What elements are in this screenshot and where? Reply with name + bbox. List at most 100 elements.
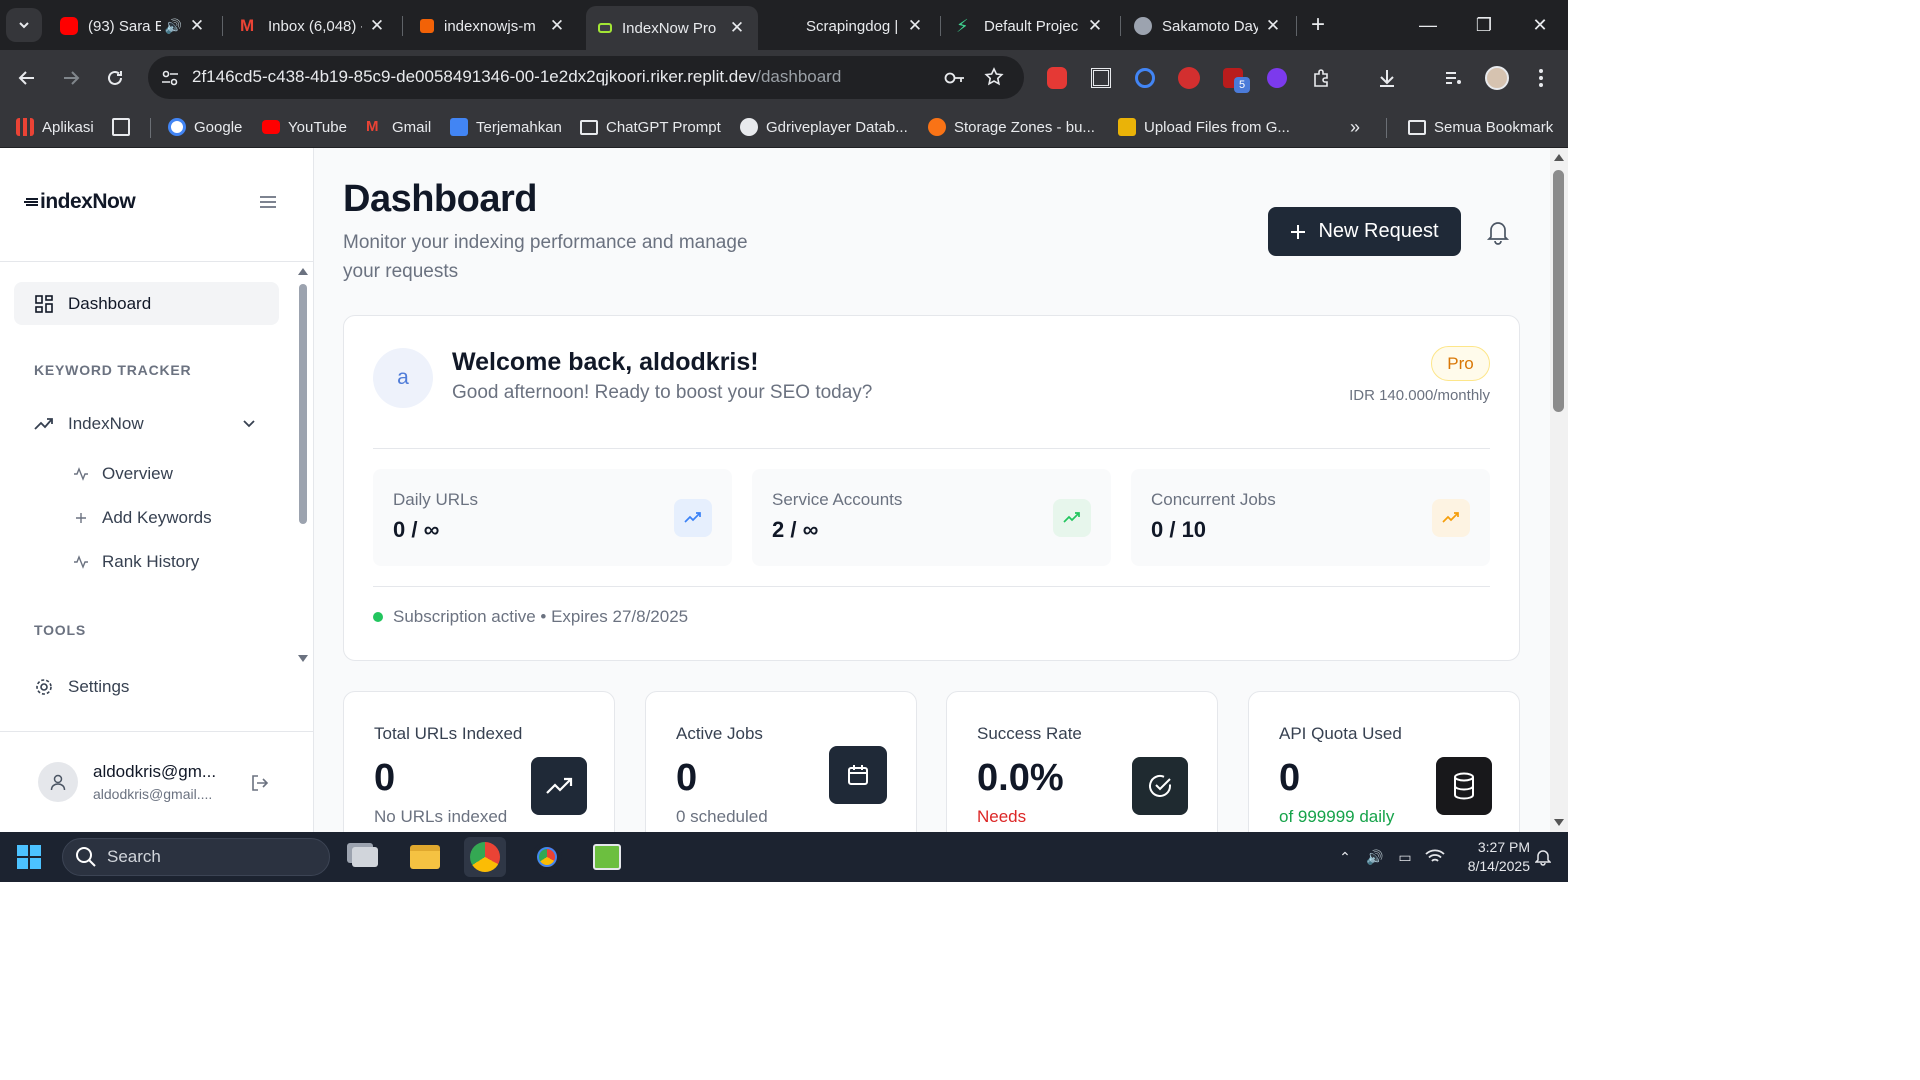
- address-bar[interactable]: 2f146cd5-c438-4b19-85c9-de0058491346-00-…: [148, 56, 1024, 99]
- sidebar-item-indexnow[interactable]: IndexNow: [34, 414, 264, 434]
- seo-extension-icon[interactable]: [1174, 63, 1204, 93]
- notification-bell-icon[interactable]: [1532, 846, 1554, 868]
- tab-youtube[interactable]: (93) Sara E 🔊 ✕: [48, 6, 218, 46]
- close-tab-icon[interactable]: ✕: [1086, 16, 1104, 36]
- close-tab-icon[interactable]: ✕: [368, 16, 386, 36]
- scroll-up-arrow-icon[interactable]: [297, 266, 309, 276]
- bookmark-chatgpt-folder[interactable]: ChatGPT Prompt: [580, 115, 721, 139]
- page-subtitle: Monitor your indexing performance and ma…: [343, 232, 748, 282]
- taskbar: Search ⌃ 🔊 ▭ 3:27 PM 8/14/2025: [0, 832, 1568, 882]
- puzzle-extensions-icon[interactable]: [1306, 63, 1336, 93]
- bookmark-youtube[interactable]: YouTube: [262, 115, 347, 139]
- logo-lines-icon: [24, 198, 38, 206]
- tab-gmail[interactable]: M Inbox (6,048) - ✕: [228, 6, 398, 46]
- wifi-icon[interactable]: [1424, 846, 1446, 868]
- stat-label: API Quota Used: [1279, 724, 1402, 743]
- user-avatar[interactable]: [38, 762, 78, 802]
- bookmark-all[interactable]: Semua Bookmark: [1408, 115, 1553, 139]
- shield-extension-icon[interactable]: 5: [1218, 63, 1250, 93]
- close-tab-icon[interactable]: ✕: [1264, 16, 1282, 36]
- bookmark-gdriveplayer[interactable]: Gdriveplayer Datab...: [740, 115, 908, 139]
- battery-icon[interactable]: ▭: [1394, 846, 1416, 868]
- restore-button[interactable]: ❐: [1456, 8, 1512, 42]
- sidebar-item-overview[interactable]: Overview: [72, 464, 173, 484]
- tab-search-button[interactable]: [6, 8, 42, 42]
- new-request-button[interactable]: New Request: [1268, 207, 1461, 256]
- sidebar-item-rank-history[interactable]: Rank History: [72, 552, 199, 572]
- back-button[interactable]: [10, 61, 44, 95]
- welcome-subtitle: Good afternoon! Ready to boost your SEO …: [452, 382, 873, 403]
- trending-up-icon: [674, 499, 712, 537]
- bookmark-separator: [150, 118, 151, 138]
- image-editor-icon[interactable]: [586, 837, 628, 877]
- supabase-favicon-icon: ⚡: [956, 16, 969, 36]
- close-tab-icon[interactable]: ✕: [548, 16, 566, 36]
- scroll-down-arrow-icon[interactable]: [1553, 818, 1565, 828]
- mini-stat-service-accounts: Service Accounts 2 / ∞: [752, 469, 1111, 566]
- more-bookmarks-icon[interactable]: »: [1350, 115, 1360, 139]
- sidebar-item-add-keywords[interactable]: Add Keywords: [72, 508, 212, 528]
- mini-stat-label: Service Accounts: [772, 490, 903, 509]
- profile-avatar-icon[interactable]: [1482, 63, 1512, 93]
- bookmark-upload-files[interactable]: Upload Files from G...: [1118, 115, 1290, 139]
- bookmark-translate[interactable]: Terjemahkan: [450, 115, 562, 139]
- start-button[interactable]: [8, 837, 50, 877]
- sidebar-scroll-thumb[interactable]: [299, 284, 307, 524]
- tab-sakamoto[interactable]: Sakamoto Day ✕: [1122, 6, 1294, 46]
- qr-extension-icon[interactable]: [1086, 63, 1116, 93]
- tab-indexnow-active[interactable]: IndexNow Pro ✕: [586, 6, 758, 50]
- close-window-button[interactable]: ✕: [1512, 8, 1568, 42]
- close-tab-icon[interactable]: ✕: [906, 16, 924, 36]
- hamburger-menu-icon[interactable]: [258, 194, 278, 210]
- menu-kebab-icon[interactable]: [1526, 63, 1556, 93]
- stat-card-success-rate: Success Rate 0.0% Needs: [946, 691, 1218, 832]
- download-icon[interactable]: [1372, 63, 1402, 93]
- close-tab-icon[interactable]: ✕: [188, 16, 206, 36]
- close-tab-icon[interactable]: ✕: [728, 18, 746, 38]
- plus-icon: [72, 508, 90, 528]
- scroll-up-arrow-icon[interactable]: [1553, 152, 1565, 162]
- logout-icon[interactable]: [249, 772, 271, 794]
- tab-replit[interactable]: indexnowjs-m ✕: [408, 6, 578, 46]
- sidebar-item-label: Dashboard: [68, 293, 152, 313]
- sidebar-divider: [0, 731, 313, 732]
- minimize-button[interactable]: —: [1400, 8, 1456, 42]
- reload-button[interactable]: [98, 61, 132, 95]
- sidebar-item-settings[interactable]: Settings: [34, 677, 129, 697]
- bookmark-gmail[interactable]: M Gmail: [366, 115, 431, 139]
- chevron-up-icon[interactable]: ⌃: [1334, 846, 1356, 868]
- forward-button[interactable]: [54, 61, 88, 95]
- task-view-icon[interactable]: [344, 837, 386, 877]
- target-extension-icon[interactable]: [1130, 63, 1160, 93]
- bookmark-storage-zones[interactable]: Storage Zones - bu...: [928, 115, 1095, 139]
- star-icon[interactable]: [984, 67, 1004, 87]
- taskbar-search[interactable]: Search: [62, 838, 330, 876]
- site-info-icon[interactable]: [160, 68, 180, 88]
- page-scroll-thumb[interactable]: [1553, 170, 1564, 412]
- file-explorer-icon[interactable]: [404, 837, 446, 877]
- logo[interactable]: indexNow: [24, 190, 136, 214]
- key-icon[interactable]: [944, 69, 966, 87]
- bookmark-apps[interactable]: Aplikasi: [16, 115, 94, 139]
- chrome-icon[interactable]: [526, 837, 568, 877]
- tab-scrapingdog[interactable]: Scrapingdog | ✕: [766, 6, 936, 46]
- section-label-keyword-tracker: KEYWORD TRACKER: [34, 362, 192, 378]
- indexnow-favicon-icon: [598, 23, 612, 33]
- welcome-avatar: a: [373, 348, 433, 408]
- taskbar-clock[interactable]: 3:27 PM 8/14/2025: [1450, 838, 1530, 876]
- replit-favicon-icon: [420, 19, 434, 33]
- sidebar: indexNow Dashboard KEYWORD TRACKER Index…: [0, 148, 314, 832]
- chrome-profile-icon[interactable]: [464, 837, 506, 877]
- volume-icon[interactable]: 🔊: [1364, 846, 1386, 868]
- bell-icon[interactable]: [1486, 219, 1510, 245]
- purple-extension-icon[interactable]: [1262, 63, 1292, 93]
- media-control-icon[interactable]: [1438, 63, 1468, 93]
- new-tab-button[interactable]: +: [1296, 8, 1340, 42]
- extension-badge: 5: [1234, 77, 1250, 93]
- bookmark-google[interactable]: Google: [168, 115, 242, 139]
- tab-supabase[interactable]: ⚡ Default Projec ✕: [944, 6, 1116, 46]
- scroll-down-arrow-icon[interactable]: [297, 654, 309, 664]
- sidebar-item-dashboard[interactable]: Dashboard: [14, 282, 279, 325]
- bookmark-grid[interactable]: [112, 115, 130, 139]
- ublock-extension-icon[interactable]: [1042, 63, 1072, 93]
